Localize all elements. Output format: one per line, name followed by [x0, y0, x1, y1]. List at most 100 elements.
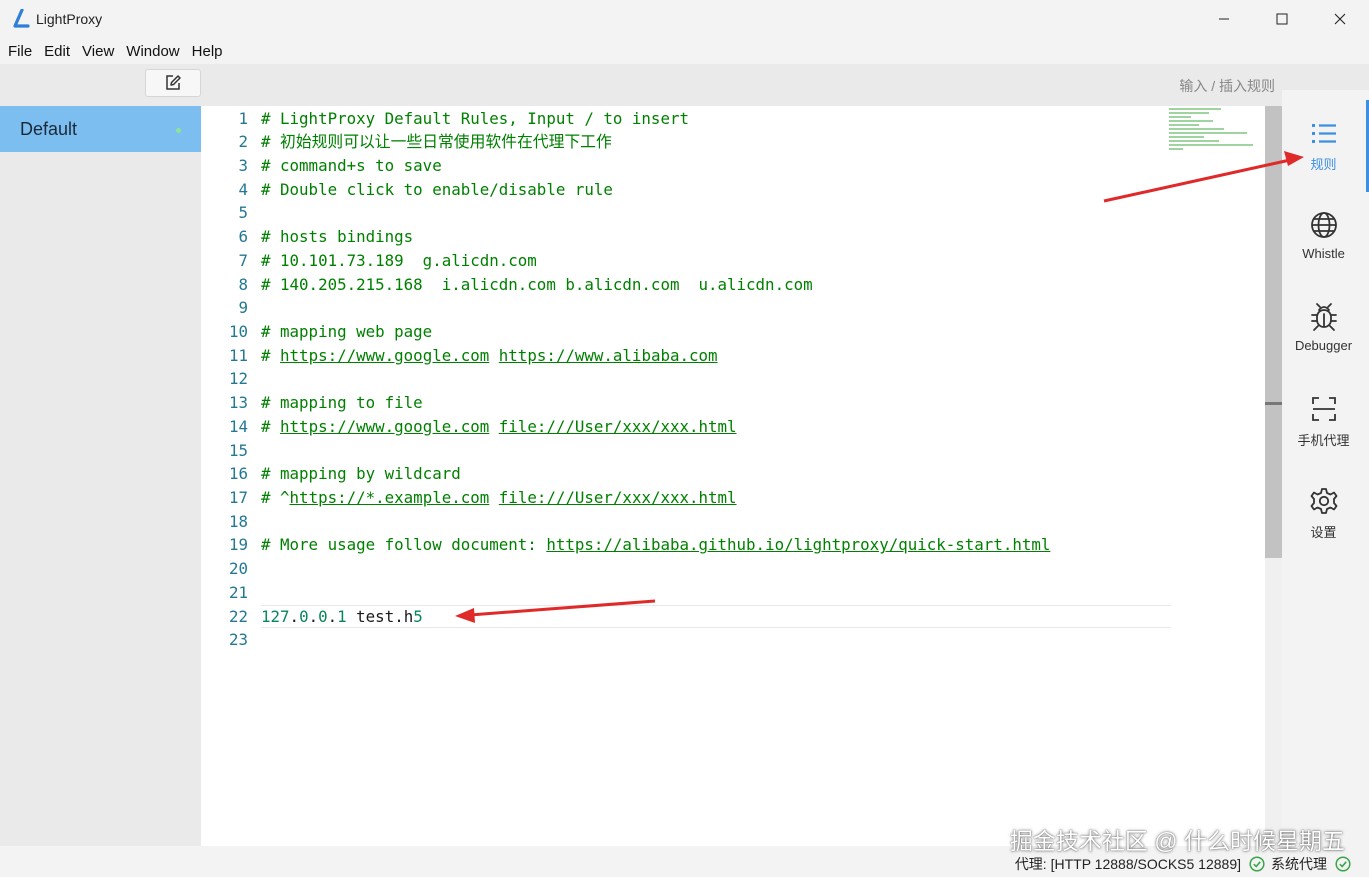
tab-settings-label: 设置 — [1310, 525, 1337, 540]
code-line[interactable]: 5 — [201, 201, 1265, 225]
code-line[interactable]: 14 # https://www.google.com file:///User/… — [201, 415, 1265, 439]
line-number: 17 — [228, 488, 248, 508]
minimize-button[interactable] — [1195, 0, 1253, 38]
edit-icon — [166, 75, 181, 90]
url-link[interactable]: file:///User/xxx/xxx.html — [499, 488, 737, 507]
code-line[interactable]: 4 # Double click to enable/disable rule — [201, 178, 1265, 202]
code-line[interactable]: 15 — [201, 439, 1265, 463]
code-line[interactable]: 18 — [201, 510, 1265, 534]
line-text: # mapping by wildcard — [261, 464, 461, 484]
list-icon — [1309, 118, 1339, 148]
status-bar: 掘金技术社区 @ 什么时候星期五 代理: [HTTP 12888/SOCKS5 … — [0, 828, 1369, 877]
tab-mobile-proxy[interactable]: 手机代理 — [1282, 382, 1365, 462]
tab-whistle-label: Whistle — [1302, 246, 1345, 261]
code-line[interactable]: 10 # mapping web page — [201, 320, 1265, 344]
scrollbar-cursor-marker — [1265, 402, 1282, 405]
line-text: # ^https://*.example.com file:///User/xx… — [261, 486, 737, 510]
hosts-domain: test.h — [356, 606, 414, 626]
code-line[interactable]: 23 — [201, 628, 1265, 652]
line-prefix: # ^ — [261, 488, 290, 508]
code-line[interactable]: 11 # https://www.google.com https://www.a… — [201, 344, 1265, 368]
minimize-icon — [1219, 18, 1229, 20]
line-number: 3 — [238, 155, 248, 175]
line-number: 1 — [238, 108, 248, 128]
url-link[interactable]: https://alibaba.github.io/lightproxy/qui… — [546, 535, 1050, 554]
line-text: # Double click to enable/disable rule — [261, 179, 613, 199]
menu-bar: File Edit View Window Help — [0, 38, 1369, 64]
code-line[interactable]: 3 # command+s to save — [201, 154, 1265, 178]
menu-help[interactable]: Help — [186, 43, 229, 60]
line-number: 23 — [228, 630, 248, 650]
tab-rules[interactable]: 规则 — [1282, 106, 1365, 186]
line-number: 2 — [238, 132, 248, 152]
url-link[interactable]: https://www.google.com — [280, 417, 489, 436]
tab-rules-label: 规则 — [1310, 157, 1337, 172]
code-line[interactable]: 16 # mapping by wildcard — [201, 462, 1265, 486]
line-number: 8 — [238, 274, 248, 294]
system-proxy-status[interactable]: 系统代理 — [1271, 854, 1327, 874]
line-number: 10 — [228, 321, 248, 341]
close-icon — [1334, 13, 1346, 25]
tab-debugger-label: Debugger — [1294, 338, 1353, 353]
menu-file[interactable]: File — [2, 43, 38, 60]
new-rule-button[interactable] — [145, 69, 201, 97]
line-text: # 10.101.73.189 g.alicdn.com — [261, 250, 537, 270]
rule-enabled-dot — [176, 128, 181, 133]
scrollbar-thumb[interactable] — [1265, 106, 1282, 558]
insert-rule-hint: 输入 / 插入规则 — [1179, 78, 1275, 94]
line-number: 14 — [228, 416, 248, 436]
menu-edit[interactable]: Edit — [38, 43, 76, 60]
line-number: 18 — [228, 511, 248, 531]
menu-view[interactable]: View — [76, 43, 120, 60]
globe-icon — [1309, 210, 1339, 240]
line-number: 22 — [228, 606, 248, 626]
url-link[interactable]: https://www.alibaba.com — [499, 346, 718, 365]
url-link[interactable]: https://*.example.com — [290, 488, 490, 507]
rule-item-label: Default — [20, 118, 78, 139]
line-text: # 140.205.215.168 i.alicdn.com b.alicdn.… — [261, 274, 813, 294]
gear-icon — [1309, 486, 1339, 516]
maximize-icon — [1276, 13, 1288, 25]
proxy-ok-icon — [1249, 856, 1265, 872]
window-title: LightProxy — [36, 11, 103, 27]
code-line[interactable]: 13 # mapping to file — [201, 391, 1265, 415]
line-prefix: # — [261, 416, 281, 436]
code-line[interactable]: 7 # 10.101.73.189 g.alicdn.com — [201, 249, 1265, 273]
code-line[interactable]: 17 # ^https://*.example.com file:///User/… — [201, 486, 1265, 510]
line-text: # hosts bindings — [261, 227, 414, 247]
rule-editor[interactable]: 1 # LightProxy Default Rules, Input / to … — [201, 106, 1265, 846]
maximize-button[interactable] — [1253, 0, 1311, 38]
rule-item-default[interactable]: Default — [0, 106, 201, 152]
code-line[interactable]: 19 # More usage follow document: https://… — [201, 533, 1265, 557]
code-line[interactable]: 6 # hosts bindings — [201, 225, 1265, 249]
app-logo-icon — [10, 8, 32, 30]
line-text: 127.0.0.1 test.h5 — [261, 605, 423, 629]
menu-window[interactable]: Window — [120, 43, 185, 60]
editor-scrollbar[interactable] — [1265, 106, 1282, 846]
code-line[interactable]: 1 # LightProxy Default Rules, Input / to … — [201, 107, 1265, 131]
close-button[interactable] — [1311, 0, 1369, 38]
line-number: 6 — [238, 227, 248, 247]
line-number: 21 — [228, 582, 248, 602]
tab-whistle[interactable]: Whistle — [1282, 198, 1365, 278]
url-link[interactable]: file:///User/xxx/xxx.html — [499, 417, 737, 436]
line-number: 5 — [238, 203, 248, 223]
code-line[interactable]: 9 — [201, 296, 1265, 320]
right-nav-rail: 规则 Whistle Debugger 手机代理 设置 — [1282, 90, 1369, 846]
code-line[interactable]: 21 — [201, 581, 1265, 605]
line-prefix: # — [261, 345, 281, 365]
hosts-ip: 127.0.0.1 — [261, 606, 347, 626]
line-text: # mapping web page — [261, 321, 433, 341]
url-link[interactable]: https://www.google.com — [280, 346, 489, 365]
code-line[interactable]: 20 — [201, 557, 1265, 581]
line-number: 9 — [238, 298, 248, 318]
tab-debugger[interactable]: Debugger — [1282, 290, 1365, 370]
code-line[interactable]: 22 127.0.0.1 test.h5 — [201, 605, 1265, 629]
code-line[interactable]: 12 — [201, 367, 1265, 391]
code-line[interactable]: 2 # 初始规则可以让一些日常使用软件在代理下工作 — [201, 130, 1265, 154]
bug-icon — [1309, 302, 1339, 332]
rule-list: Default — [0, 106, 201, 846]
tab-settings[interactable]: 设置 — [1282, 474, 1365, 554]
code-line[interactable]: 8 # 140.205.215.168 i.alicdn.com b.alicdn… — [201, 273, 1265, 297]
system-proxy-ok-icon — [1335, 856, 1351, 872]
